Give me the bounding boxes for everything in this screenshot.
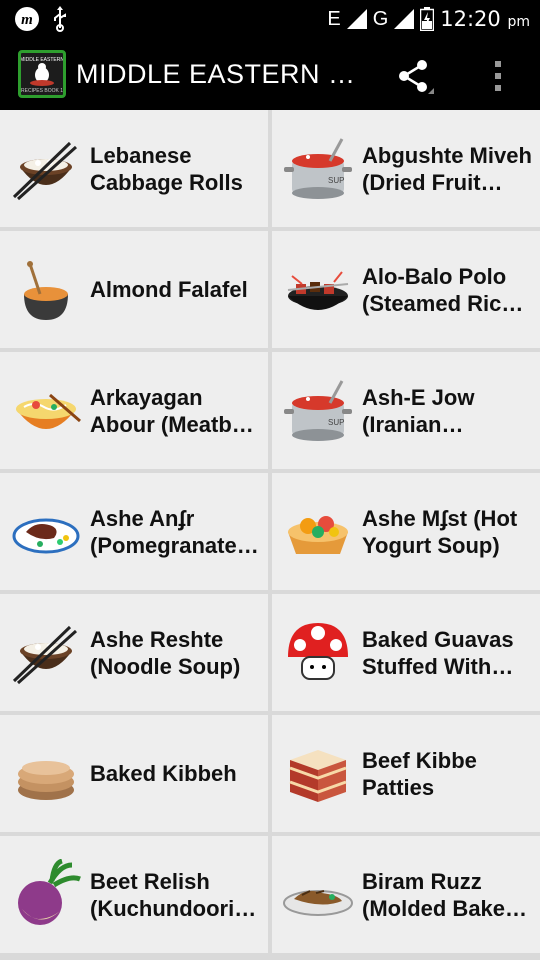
recipe-label: Arkayagan Abour (Meatb… [90, 384, 254, 437]
svg-text:SUP: SUP [328, 176, 344, 185]
meat-platter-icon [282, 859, 354, 931]
recipe-label: Beef Kibbe Patties [362, 747, 477, 800]
svg-text:RECIPES BOOK 1: RECIPES BOOK 1 [21, 88, 63, 94]
system-icons: E G 12:20 pm [327, 7, 540, 31]
recipe-label: Baked Kibbeh [90, 761, 237, 786]
overflow-menu-button[interactable] [478, 54, 518, 98]
svg-text:m: m [21, 12, 33, 28]
usb-icon [52, 6, 68, 32]
recipe-label: Lebanese Cabbage Rolls [90, 142, 243, 195]
rice-bowl-chopsticks-icon [10, 133, 82, 205]
recipe-card[interactable]: Beef Kibbe Patties [272, 715, 540, 832]
app-logo-icon[interactable]: MIDDLE EASTERN RECIPES BOOK 1 [18, 50, 66, 98]
layer-cake-icon [282, 738, 354, 810]
recipe-label: Alo-Balo Polo (Steamed Ric… [362, 263, 524, 316]
clock: 12:20 pm [440, 7, 530, 31]
recipe-card[interactable]: Biram Ruzz (Molded Bake… [272, 836, 540, 953]
recipe-card[interactable]: Beet Relish (Kuchundoori… [0, 836, 268, 953]
app-title: MIDDLE EASTERN RE... [76, 58, 366, 89]
app-bar: MIDDLE EASTERN RECIPES BOOK 1 MIDDLE EAS… [0, 38, 540, 110]
recipe-label: Almond Falafel [90, 277, 248, 302]
network-type-label: E [327, 7, 341, 30]
skewer-wok-icon [282, 254, 354, 326]
turnip-icon [10, 858, 82, 931]
network-type-label-2: G [372, 7, 389, 30]
recipe-card[interactable]: Lebanese Cabbage Rolls [0, 110, 268, 227]
recipe-card[interactable]: Almond Falafel [0, 231, 268, 348]
recipe-card[interactable]: Ashe Anʄr (Pomegranate… [0, 473, 268, 590]
rice-bowl-chopsticks-icon [10, 617, 82, 689]
recipe-label: Ashe Anʄr (Pomegranate… [90, 505, 259, 558]
steak-plate-icon [10, 496, 82, 568]
recipe-card[interactable]: Baked Guavas Stuffed With… [272, 594, 540, 711]
soup-pot-icon: SUP [282, 375, 354, 447]
battery-charging-icon [420, 7, 435, 31]
recipe-card[interactable]: Ashe Reshte (Noodle Soup) [0, 594, 268, 711]
svg-text:SUP: SUP [328, 418, 344, 427]
recipe-card[interactable]: Alo-Balo Polo (Steamed Ric… [272, 231, 540, 348]
more-vert-icon [495, 61, 501, 91]
fruit-tart-icon [282, 496, 354, 568]
recipe-grid: Lebanese Cabbage Rolls SUP Abgushte Miveh … [0, 110, 540, 960]
soup-pot-icon: SUP [282, 133, 354, 205]
signal-icon [346, 9, 367, 29]
share-button[interactable] [392, 56, 436, 96]
recipe-label: Ashe Mʄst (Hot Yogurt Soup) [362, 505, 518, 558]
recipe-label: Baked Guavas Stuffed With… [362, 626, 514, 679]
recipe-card[interactable]: Baked Kibbeh [0, 715, 268, 832]
svg-text:MIDDLE EASTERN: MIDDLE EASTERN [21, 57, 63, 63]
noodle-bowl-icon [10, 375, 82, 447]
recipe-label: Ashe Reshte (Noodle Soup) [90, 626, 241, 679]
recipe-label: Biram Ruzz (Molded Bake… [362, 868, 528, 921]
recipe-card[interactable]: Arkayagan Abour (Meatb… [0, 352, 268, 469]
recipe-card[interactable]: Ashe Mʄst (Hot Yogurt Soup) [272, 473, 540, 590]
signal-icon-2 [394, 9, 415, 29]
recipe-card[interactable]: SUP Abgushte Miveh (Dried Fruit… [272, 110, 540, 227]
notification-icons: m [0, 6, 68, 32]
recipe-label: Abgushte Miveh (Dried Fruit… [362, 142, 532, 195]
pancake-stack-icon [10, 738, 82, 810]
recipe-label: Beet Relish (Kuchundoori… [90, 868, 257, 921]
recipe-label: Ash-E Jow (Iranian Barley… [362, 384, 475, 437]
m-logo-icon: m [14, 6, 40, 32]
recipe-card[interactable]: SUP Ash-E Jow (Iranian Barley… [272, 352, 540, 469]
share-icon [399, 60, 434, 94]
status-bar: m E G 12:20 pm [0, 0, 540, 38]
cooking-pot-icon [10, 254, 82, 326]
mushroom-icon [282, 617, 354, 689]
